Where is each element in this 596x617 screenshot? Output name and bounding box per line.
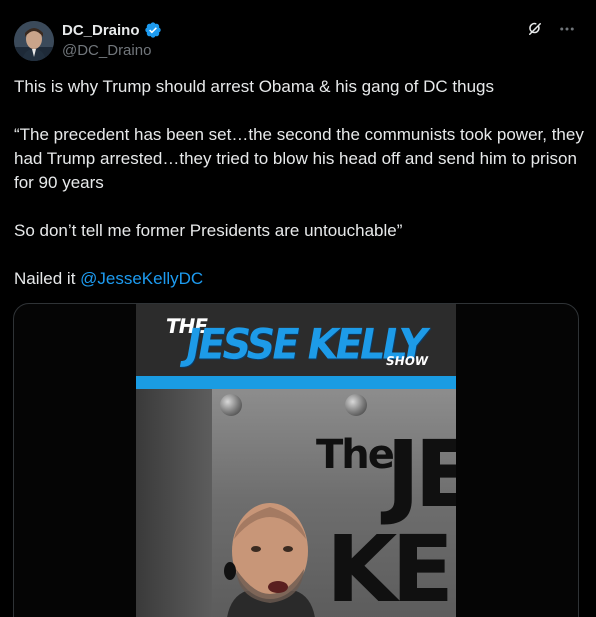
post: DC_Draino @DC_Draino This is why Trump s… xyxy=(0,0,596,617)
banner-stripe xyxy=(136,376,456,389)
post-line-3: So don’t tell me former Presidents are u… xyxy=(14,221,403,240)
sign-the-text: The xyxy=(316,432,395,478)
rivet-icon xyxy=(345,394,367,416)
post-quote: “The precedent has been set…the second t… xyxy=(14,125,584,192)
post-text: This is why Trump should arrest Obama & … xyxy=(14,75,584,291)
nailed-prefix: Nailed it xyxy=(14,269,81,288)
video-media[interactable]: THE JESSE KELLY SHOW The JE KEL xyxy=(13,303,579,617)
verified-badge-icon xyxy=(144,21,162,39)
post-line-1: This is why Trump should arrest Obama & … xyxy=(14,77,494,96)
banner-show-text: SHOW xyxy=(384,354,430,368)
speaker-person-icon xyxy=(224,503,315,617)
video-frame: THE JESSE KELLY SHOW The JE KEL xyxy=(136,304,456,617)
background-wall xyxy=(136,389,212,617)
mention-link[interactable]: @JesseKellyDC xyxy=(80,269,203,288)
sign-line-2: KEL xyxy=(326,516,456,617)
top-actions xyxy=(526,20,576,38)
sign-line-1: JE xyxy=(386,421,456,528)
rivet-icon xyxy=(220,394,242,416)
post-nailed-line: Nailed it @JesseKellyDC xyxy=(14,267,584,291)
more-icon[interactable] xyxy=(558,20,576,38)
author-display-name[interactable]: DC_Draino xyxy=(62,22,140,39)
grok-icon[interactable] xyxy=(526,20,544,38)
show-banner: THE JESSE KELLY SHOW xyxy=(136,304,456,376)
author-avatar[interactable] xyxy=(14,21,54,61)
author-name-row: DC_Draino xyxy=(62,21,162,39)
author-handle[interactable]: @DC_Draino xyxy=(62,42,151,59)
avatar-photo-icon xyxy=(14,21,54,61)
